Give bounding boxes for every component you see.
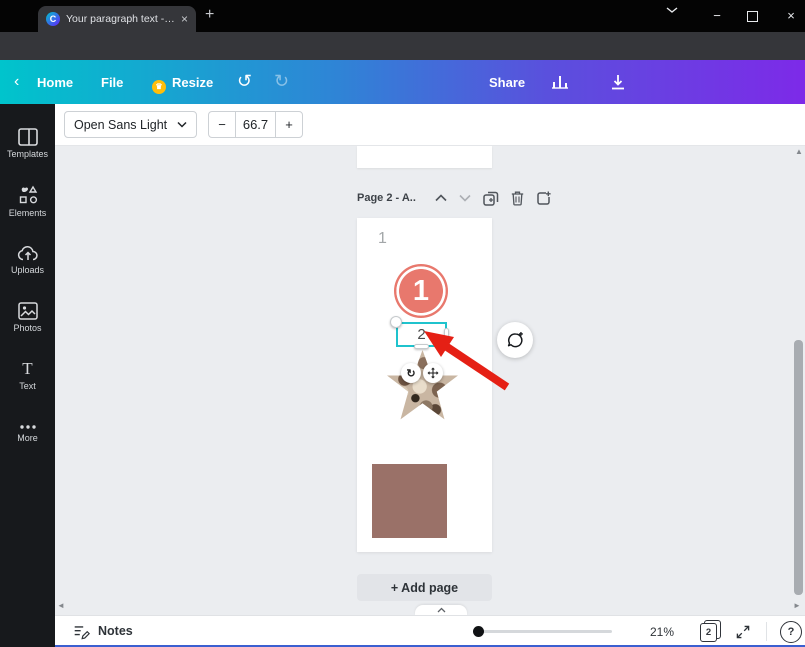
help-button[interactable]: ? xyxy=(780,621,802,643)
redo-icon[interactable]: ↻ xyxy=(274,72,289,90)
share-button[interactable]: Share xyxy=(489,75,525,90)
editor-toolbar: Open Sans Light − 66.7 + A B I Effects •… xyxy=(55,104,805,146)
status-bar: Notes 21% 2 ? xyxy=(55,615,805,647)
notes-icon xyxy=(73,624,90,640)
chart-icon[interactable] xyxy=(550,73,570,91)
page-label[interactable]: Page 2 - A.. xyxy=(357,192,423,204)
selection-bottom-handle[interactable] xyxy=(414,344,429,349)
browser-tab[interactable]: C Your paragraph text - Infographi × xyxy=(38,6,196,32)
elements-icon xyxy=(18,185,38,205)
fullscreen-icon[interactable] xyxy=(735,624,751,640)
selection-corner-handle[interactable] xyxy=(390,316,402,328)
move-page-up-icon[interactable] xyxy=(435,194,447,202)
page-1-bottom[interactable] xyxy=(357,146,492,168)
duplicate-page-icon[interactable] xyxy=(483,191,499,206)
font-size-stepper: − 66.7 + xyxy=(208,111,303,138)
page-text-1[interactable]: 1 xyxy=(378,230,387,248)
window-menu-icon[interactable] xyxy=(666,6,684,14)
sidebar-item-elements[interactable]: Elements xyxy=(0,176,55,226)
new-tab-button[interactable]: + xyxy=(205,6,214,24)
sidebar-item-photos[interactable]: Photos xyxy=(0,292,55,342)
font-size-decrease-button[interactable]: − xyxy=(209,112,235,137)
sidebar-item-more[interactable]: More xyxy=(0,408,55,458)
file-menu-button[interactable]: File xyxy=(101,75,123,90)
canva-header: ‹ Home File ♛Resize ↺ ↻ ♛ Try Canva Pro … xyxy=(0,60,805,104)
zoom-level[interactable]: 21% xyxy=(640,625,674,639)
add-comment-button[interactable] xyxy=(497,322,533,358)
number-badge[interactable]: 1 xyxy=(394,264,448,318)
page-2[interactable]: 1 1 2 ↻ xyxy=(357,218,492,552)
page-count-button[interactable]: 2 xyxy=(700,623,717,642)
text-icon: T xyxy=(22,360,32,378)
crown-icon: ♛ xyxy=(152,80,166,94)
chevron-down-icon xyxy=(177,121,187,128)
browser-titlebar: C Your paragraph text - Infographi × + −… xyxy=(0,0,805,32)
add-page-button[interactable]: + Add page xyxy=(357,574,492,601)
scroll-left-icon[interactable]: ◄ xyxy=(57,602,65,610)
notes-button[interactable]: Notes xyxy=(98,624,133,638)
templates-icon xyxy=(18,128,38,146)
window-maximize-button[interactable] xyxy=(747,11,758,22)
move-icon xyxy=(427,367,439,379)
scroll-up-icon[interactable]: ▲ xyxy=(795,148,803,156)
design-canvas[interactable]: Page 2 - A.. 1 1 2 ↻ + Add page xyxy=(55,146,805,615)
selection-side-handle[interactable] xyxy=(444,328,449,342)
sidebar-item-text[interactable]: T Text xyxy=(0,350,55,400)
upload-cloud-icon xyxy=(17,244,39,262)
back-chevron-icon[interactable]: ‹ xyxy=(14,73,19,91)
font-size-value[interactable]: 66.7 xyxy=(235,112,276,137)
window-minimize-button[interactable]: − xyxy=(708,8,726,23)
tab-title: Your paragraph text - Infographi xyxy=(66,13,175,25)
move-handle[interactable] xyxy=(423,363,443,383)
browser-urlbar: ← → ↻ canva.com/design/DAE32CRaX2A/N7QCB… xyxy=(0,32,805,60)
left-sidebar: Templates Elements Uploads Photos T Text… xyxy=(0,104,55,647)
rotate-icon: ↻ xyxy=(406,367,415,380)
photos-icon xyxy=(18,302,38,320)
add-page-icon[interactable] xyxy=(536,191,551,206)
star-photo-element[interactable] xyxy=(387,350,458,423)
page-2-controls: Page 2 - A.. xyxy=(357,190,551,206)
canva-favicon: C xyxy=(46,12,60,26)
download-icon[interactable] xyxy=(608,73,628,91)
home-button[interactable]: Home xyxy=(37,75,73,90)
sidebar-item-uploads[interactable]: Uploads xyxy=(0,234,55,284)
zoom-slider-track[interactable] xyxy=(478,630,612,633)
zoom-slider-knob[interactable] xyxy=(473,626,484,637)
move-page-down-icon[interactable] xyxy=(459,194,471,202)
font-family-select[interactable]: Open Sans Light xyxy=(64,111,197,138)
tab-close-icon[interactable]: × xyxy=(181,12,188,26)
collapse-panel-tab[interactable] xyxy=(415,605,467,615)
font-size-increase-button[interactable]: + xyxy=(276,112,302,137)
comment-bubble-icon xyxy=(506,331,525,350)
window-close-button[interactable]: × xyxy=(782,8,800,23)
scroll-right-icon[interactable]: ► xyxy=(793,602,801,610)
undo-icon[interactable]: ↺ xyxy=(237,72,252,90)
more-dots-icon xyxy=(19,424,37,430)
brown-square-element[interactable] xyxy=(372,464,447,538)
sidebar-item-templates[interactable]: Templates xyxy=(0,118,55,168)
rotate-handle[interactable]: ↻ xyxy=(401,363,421,383)
vertical-scrollbar[interactable] xyxy=(794,340,803,595)
resize-button[interactable]: ♛Resize xyxy=(152,75,213,94)
delete-page-icon[interactable] xyxy=(511,191,524,206)
